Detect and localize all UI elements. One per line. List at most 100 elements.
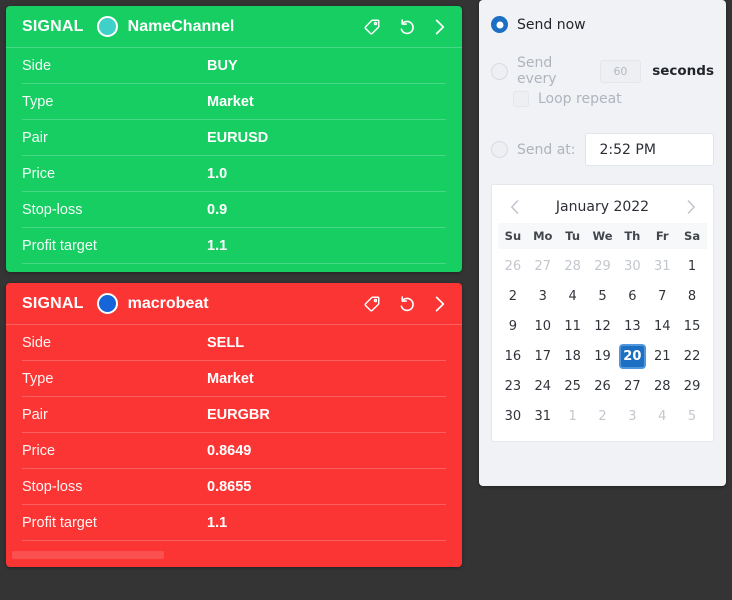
signal-detail-row: Pair EURUSD	[22, 120, 446, 156]
chevron-right-icon[interactable]	[430, 17, 450, 37]
signal-card: SIGNAL macrobeat Side SELL Type Market Pair EUR…	[6, 283, 462, 567]
signal-type-label: SIGNAL	[22, 17, 84, 35]
calendar-day[interactable]: 29	[588, 251, 618, 281]
calendar-month-title: January 2022	[555, 199, 650, 215]
calendar-day[interactable]: 29	[677, 371, 707, 401]
calendar-day[interactable]: 17	[528, 341, 558, 371]
detail-value: EURGBR	[207, 406, 270, 423]
calendar-day[interactable]: 2	[588, 401, 618, 431]
send-every-radio[interactable]	[491, 62, 508, 80]
calendar-day-selected[interactable]: 20	[617, 341, 647, 371]
detail-value: Market	[207, 93, 254, 110]
calendar-day[interactable]: 21	[647, 341, 677, 371]
calendar-weekday: Th	[624, 229, 641, 243]
chevron-right-icon[interactable]	[430, 294, 450, 314]
calendar-day[interactable]: 3	[528, 281, 558, 311]
calendar-day[interactable]: 6	[617, 281, 647, 311]
send-now-radio[interactable]	[491, 16, 508, 33]
send-every-option[interactable]: Send every 60 seconds	[491, 55, 714, 87]
calendar-day[interactable]: 26	[498, 251, 528, 281]
calendar-day[interactable]: 28	[558, 251, 588, 281]
calendar-day[interactable]: 19	[588, 341, 618, 371]
calendar-day[interactable]: 3	[617, 401, 647, 431]
chevron-left-icon[interactable]	[504, 197, 524, 217]
send-at-time-input[interactable]: 2:52 PM	[584, 133, 714, 166]
calendar-weekday: Fr	[655, 229, 669, 243]
calendar-day[interactable]: 4	[558, 281, 588, 311]
send-now-option[interactable]: Send now	[491, 16, 714, 33]
calendar-day[interactable]: 5	[677, 401, 707, 431]
calendar-day[interactable]: 24	[528, 371, 558, 401]
calendar-day[interactable]: 30	[617, 251, 647, 281]
calendar-day[interactable]: 9	[498, 311, 528, 341]
detail-key: Pair	[22, 129, 48, 146]
detail-key: Profit target	[22, 237, 97, 254]
detail-value: 0.8655	[207, 478, 252, 495]
schedule-panel: Send now Send every 60 seconds Loop repe…	[479, 0, 726, 486]
detail-key: Type	[22, 93, 54, 110]
signal-detail-row: Side SELL	[22, 325, 446, 361]
send-every-interval-input[interactable]: 60	[599, 59, 642, 83]
calendar-day[interactable]: 28	[647, 371, 677, 401]
calendar-day[interactable]: 2	[498, 281, 528, 311]
calendar-day[interactable]: 25	[558, 371, 588, 401]
calendar-day-label: 20	[618, 343, 646, 369]
send-at-label: Send at:	[517, 141, 576, 158]
tag-icon[interactable]	[362, 17, 382, 37]
calendar-day[interactable]: 14	[647, 311, 677, 341]
detail-key: Price	[22, 165, 56, 182]
calendar-day[interactable]: 1	[558, 401, 588, 431]
calendar-day[interactable]: 30	[498, 401, 528, 431]
signal-card-actions	[362, 17, 450, 37]
avatar	[96, 16, 118, 37]
calendar-weekday: We	[592, 229, 613, 243]
calendar-day[interactable]: 8	[677, 281, 707, 311]
signal-cards-column: SIGNAL NameChannel Side BUY Type Market Pair EU…	[0, 0, 470, 600]
calendar-day[interactable]: 26	[588, 371, 618, 401]
calendar-day[interactable]: 12	[588, 311, 618, 341]
calendar-day[interactable]: 27	[528, 251, 558, 281]
signal-card: SIGNAL NameChannel Side BUY Type Market Pair EU…	[6, 6, 462, 272]
calendar-day[interactable]: 16	[498, 341, 528, 371]
seconds-unit-label: seconds	[652, 63, 714, 79]
loop-repeat-option[interactable]: Loop repeat	[513, 91, 714, 107]
chevron-right-icon[interactable]	[681, 197, 701, 217]
detail-value: 1.1	[207, 237, 228, 254]
calendar-day[interactable]: 15	[677, 311, 707, 341]
calendar-day[interactable]: 5	[588, 281, 618, 311]
detail-value: Market	[207, 370, 254, 387]
calendar-day[interactable]: 23	[498, 371, 528, 401]
calendar-day[interactable]: 31	[528, 401, 558, 431]
calendar-day[interactable]: 10	[528, 311, 558, 341]
signal-detail-row: Type Market	[22, 84, 446, 120]
calendar-day[interactable]: 22	[677, 341, 707, 371]
undo-icon[interactable]	[396, 17, 416, 37]
signal-detail-row: Profit target 1.1	[22, 228, 446, 264]
signal-card-header: SIGNAL macrobeat	[6, 283, 462, 325]
calendar-day[interactable]: 13	[617, 311, 647, 341]
detail-value: SELL	[207, 334, 245, 351]
calendar-header: January 2022	[498, 191, 707, 223]
calendar-day[interactable]: 27	[617, 371, 647, 401]
calendar-day[interactable]: 18	[558, 341, 588, 371]
calendar-weekday: Sa	[684, 229, 701, 243]
channel-name: NameChannel	[127, 17, 235, 35]
detail-value: 0.9	[207, 201, 228, 218]
calendar-day[interactable]: 7	[647, 281, 677, 311]
calendar-day[interactable]: 31	[647, 251, 677, 281]
undo-icon[interactable]	[396, 294, 416, 314]
signal-detail-row: Price 0.8649	[22, 433, 446, 469]
signal-detail-row: Stop-loss 0.8655	[22, 469, 446, 505]
detail-key: Price	[22, 442, 56, 459]
calendar-day[interactable]: 1	[677, 251, 707, 281]
loop-repeat-checkbox[interactable]	[513, 91, 529, 107]
calendar-day[interactable]: 4	[647, 401, 677, 431]
send-at-option[interactable]: Send at: 2:52 PM	[491, 133, 714, 166]
loop-repeat-label: Loop repeat	[538, 91, 622, 107]
detail-value: BUY	[207, 57, 238, 74]
calendar-weekday: Tu	[565, 229, 581, 243]
send-at-radio[interactable]	[491, 141, 508, 158]
signal-detail-row: Price 1.0	[22, 156, 446, 192]
calendar-day[interactable]: 11	[558, 311, 588, 341]
tag-icon[interactable]	[362, 294, 382, 314]
